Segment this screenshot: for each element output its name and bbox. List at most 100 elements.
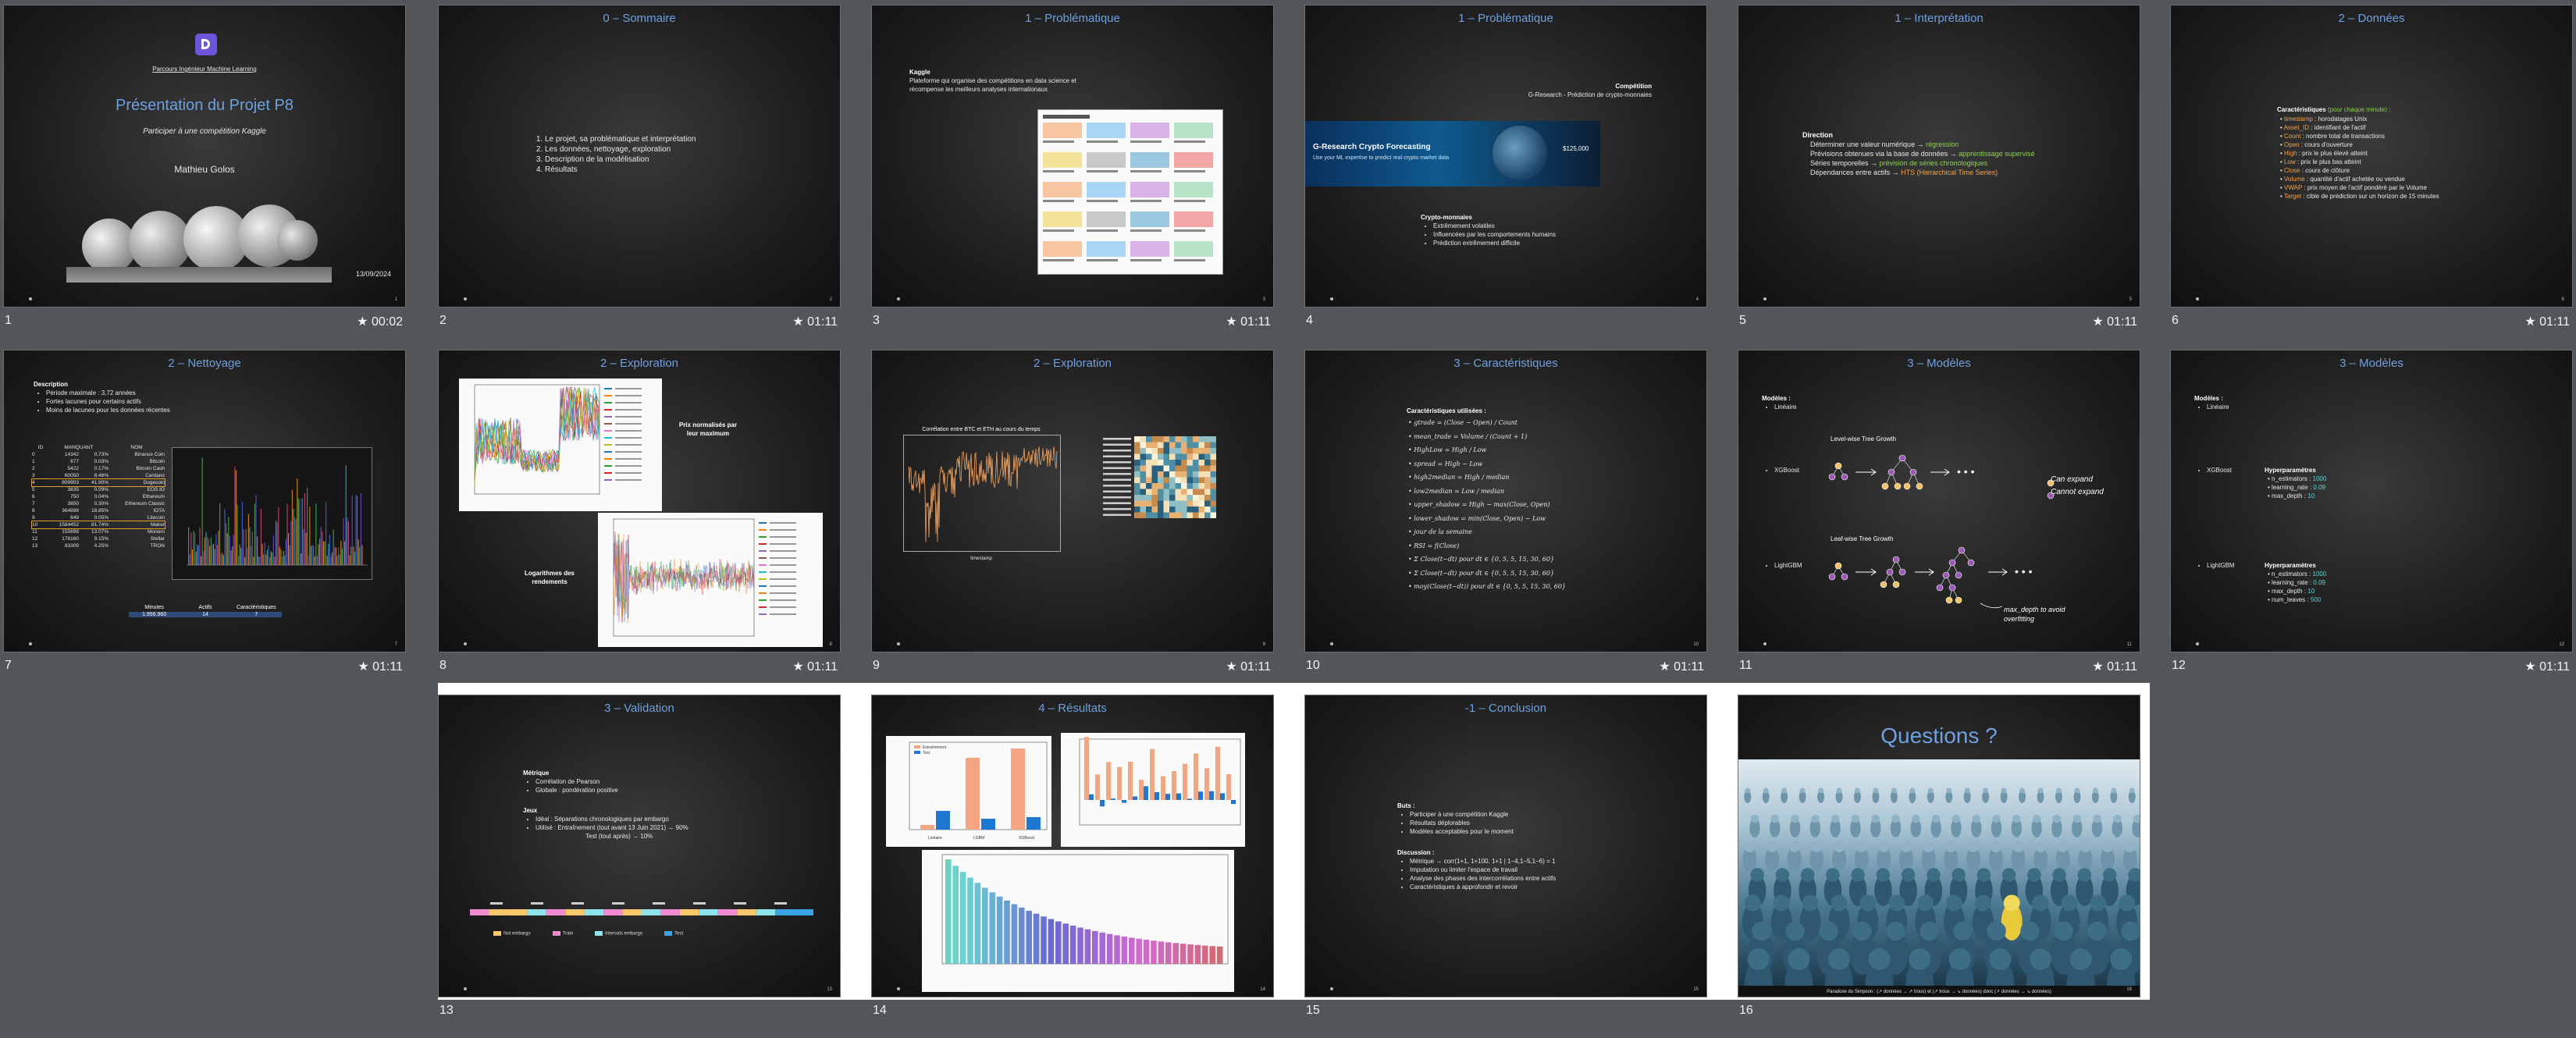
slide-dot bbox=[1763, 297, 1767, 300]
transition-timing[interactable]: ★ 01:11 bbox=[358, 659, 403, 674]
slide-1-canvas[interactable]: Parcours Ingénieur Machine Learning Prés… bbox=[3, 5, 406, 307]
slide-6-canvas[interactable]: 2 – Données Caractéristiques (pour chaqu… bbox=[2170, 5, 2573, 307]
slide-thumbnail-3[interactable]: 1 – Problématique Kaggle Plateforme qui … bbox=[871, 5, 1274, 348]
crowd-figure-head bbox=[2037, 787, 2044, 794]
importance-bar bbox=[1019, 907, 1025, 964]
slide-label: 9 bbox=[873, 659, 880, 672]
slide-thumbnail-1[interactable]: Parcours Ingénieur Machine Learning Prés… bbox=[3, 5, 406, 348]
legend-label bbox=[615, 395, 642, 396]
ellipsis: • • • bbox=[1957, 465, 1975, 478]
hyperparam-item: • max_depth : 10 bbox=[2268, 492, 2315, 499]
legend-swatch bbox=[914, 751, 920, 754]
slide-thumbnail-16[interactable]: Questions ? Paradoxe du Simpson : (↗ don… bbox=[1738, 695, 2140, 1038]
crowd-figure-head bbox=[2119, 894, 2136, 912]
slide-thumbnail-7[interactable]: 2 – Nettoyage Description Période maxima… bbox=[3, 350, 406, 693]
transition-timing[interactable]: ★ 01:11 bbox=[2524, 314, 2570, 329]
heatmap-cell bbox=[1134, 507, 1140, 513]
slide-12-canvas[interactable]: 3 – Modèles Modèles : Linéaire XGBoost L… bbox=[2170, 350, 2573, 652]
timeline-segment bbox=[507, 909, 528, 915]
slide-10-canvas[interactable]: 3 – Caractéristiques Caractéristiques ut… bbox=[1304, 350, 1707, 652]
transition-timing[interactable]: ★ 01:11 bbox=[792, 314, 838, 329]
slide-15-canvas[interactable]: -1 – Conclusion Buts : Participer à une … bbox=[1304, 695, 1707, 997]
models-list: Linéaire bbox=[1763, 403, 1796, 411]
slide-8-canvas[interactable]: 2 – Exploration Prix normalisés par leur… bbox=[438, 350, 841, 652]
crowd-figure-head bbox=[2020, 921, 2040, 941]
missing-data-bar bbox=[353, 546, 354, 565]
slide-number: 5 bbox=[2129, 297, 2132, 302]
slide-11-canvas[interactable]: 3 – Modèles Modèles : Linéaire XGBoost L… bbox=[1738, 350, 2140, 652]
heatmap-cell bbox=[1158, 507, 1164, 513]
segment-label bbox=[693, 902, 706, 905]
transition-timing[interactable]: ★ 01:11 bbox=[1226, 314, 1271, 329]
transition-timing[interactable]: ★ 01:11 bbox=[1659, 659, 1704, 674]
test-bar bbox=[1165, 794, 1170, 800]
legend-swatch bbox=[604, 444, 612, 446]
slide-thumbnail-2[interactable]: 0 – Sommaire Le projet, sa problématique… bbox=[438, 5, 841, 348]
transition-timing[interactable]: ★ 01:11 bbox=[792, 659, 838, 674]
transition-timing[interactable]: ★ 00:02 bbox=[357, 314, 403, 329]
slide-7-canvas[interactable]: 2 – Nettoyage Description Période maxima… bbox=[3, 350, 406, 652]
slide-9-canvas[interactable]: 2 – Exploration Corrélation entre BTC et… bbox=[871, 350, 1274, 652]
slide-2-canvas[interactable]: 0 – Sommaire Le projet, sa problématique… bbox=[438, 5, 841, 307]
crowd-figure-head bbox=[1888, 894, 1905, 912]
timeline-segment bbox=[622, 909, 642, 915]
slide-thumbnail-11[interactable]: 3 – Modèles Modèles : Linéaire XGBoost L… bbox=[1738, 350, 2140, 693]
missing-data-bar bbox=[233, 534, 234, 565]
formula-item: • RSI = f(Close) bbox=[1408, 542, 1460, 549]
train-bar bbox=[1106, 762, 1111, 800]
importance-bar bbox=[959, 872, 966, 964]
crowd-figure-head bbox=[2035, 841, 2046, 852]
heatmap-cell bbox=[1151, 507, 1158, 513]
heatmap-cell bbox=[1193, 460, 1199, 466]
transition-timing[interactable]: ★ 01:11 bbox=[2092, 314, 2137, 329]
slide-label: 16 bbox=[1739, 1004, 1753, 1017]
slide-thumbnail-13[interactable]: 3 – Validation Métrique Corrélation de P… bbox=[438, 695, 841, 1038]
heatmap-cell bbox=[1204, 477, 1211, 483]
slide-thumbnail-5[interactable]: 1 – Interprétation Direction Déterminer … bbox=[1738, 5, 2140, 348]
crowd-figure-head bbox=[1912, 814, 1920, 823]
transition-timing[interactable]: ★ 01:11 bbox=[2092, 659, 2137, 674]
missing-data-bar bbox=[203, 551, 205, 565]
heatmap-cell bbox=[1163, 477, 1169, 483]
train-bar bbox=[1011, 748, 1025, 830]
slide-thumbnail-12[interactable]: 3 – Modèles Modèles : Linéaire XGBoost L… bbox=[2170, 350, 2573, 693]
slide-thumbnail-14[interactable]: 4 – Résultats Entraînement Test Linéaire LG… bbox=[871, 695, 1274, 1038]
slide-4-canvas[interactable]: 1 – Problématique Compétition G-Research… bbox=[1304, 5, 1707, 307]
missing-data-bar bbox=[240, 548, 242, 565]
slide-thumbnail-4[interactable]: 1 – Problématique Compétition G-Research… bbox=[1304, 5, 1707, 348]
transition-timing[interactable]: ★ 01:11 bbox=[2524, 659, 2570, 674]
card-text-line bbox=[1174, 170, 1205, 172]
heatmap-cell bbox=[1169, 448, 1176, 454]
slide-16-canvas[interactable]: Questions ? Paradoxe du Simpson : (↗ don… bbox=[1738, 695, 2140, 997]
transition-timing[interactable]: ★ 01:11 bbox=[1226, 659, 1271, 674]
train-bar bbox=[1161, 776, 1165, 800]
slide-thumbnail-15[interactable]: -1 – Conclusion Buts : Participer à une … bbox=[1304, 695, 1707, 1038]
tree-node bbox=[1909, 468, 1917, 476]
missing-data-bar bbox=[201, 457, 203, 565]
slide-14-canvas[interactable]: 4 – Résultats Entraînement Test Linéaire LG… bbox=[871, 695, 1274, 997]
legend-swatch bbox=[759, 550, 767, 552]
summary-value: 7 bbox=[254, 612, 258, 617]
timeline-segment bbox=[603, 909, 623, 915]
heatmap-cell bbox=[1134, 500, 1140, 507]
slide-thumbnail-6[interactable]: 2 – Données Caractéristiques (pour chaqu… bbox=[2170, 5, 2573, 348]
summary-item: Les données, nettoyage, exploration bbox=[545, 144, 696, 155]
slide-3-canvas[interactable]: 1 – Problématique Kaggle Plateforme qui … bbox=[871, 5, 1274, 307]
crowd-figure-head bbox=[1923, 841, 1934, 852]
card-text-line bbox=[1087, 229, 1118, 232]
max-depth-label: max_depth to avoid overfitting bbox=[2004, 606, 2065, 623]
slide-5-canvas[interactable]: 1 – Interprétation Direction Déterminer … bbox=[1738, 5, 2140, 307]
crowd-figure-head bbox=[1763, 787, 1769, 794]
legend-label bbox=[615, 451, 642, 453]
slide-thumbnail-10[interactable]: 3 – Caractéristiques Caractéristiques ut… bbox=[1304, 350, 1707, 693]
slide-number: 14 bbox=[1260, 987, 1265, 992]
legend-label bbox=[770, 550, 796, 552]
slide-thumbnail-8[interactable]: 2 – Exploration Prix normalisés par leur… bbox=[438, 350, 841, 693]
slide-13-canvas[interactable]: 3 – Validation Métrique Corrélation de P… bbox=[438, 695, 841, 997]
heatmap-row-label bbox=[1103, 496, 1131, 499]
heatmap-cell bbox=[1181, 477, 1187, 483]
crowd-figure-head bbox=[2001, 868, 2016, 882]
missing-data-bar bbox=[219, 503, 221, 565]
missing-data-bar bbox=[328, 543, 329, 565]
slide-thumbnail-9[interactable]: 2 – Exploration Corrélation entre BTC et… bbox=[871, 350, 1274, 693]
